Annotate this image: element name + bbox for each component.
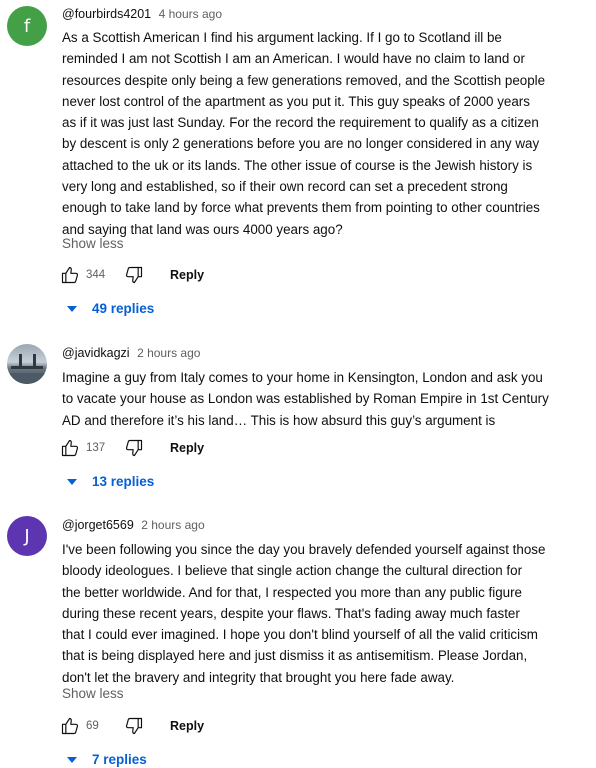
- show-less-button[interactable]: Show less: [62, 686, 124, 701]
- thumbs-up-icon[interactable]: [60, 265, 80, 285]
- comment-line: the better worldwide. And for that, I re…: [62, 584, 523, 600]
- comment-line: by descent is only 2 generations before …: [62, 136, 540, 152]
- replies-count: 49 replies: [92, 301, 155, 316]
- comment-line: as if it was just last Sunday. For the r…: [62, 115, 539, 131]
- caret-down-icon: [67, 478, 77, 485]
- comment-actions: 137 Reply: [60, 436, 204, 460]
- show-less-button[interactable]: Show less: [62, 236, 124, 251]
- comment-line: bloody ideologues. I believe that single…: [62, 563, 523, 579]
- avatar[interactable]: [7, 344, 47, 384]
- comment-header: @javidkagzi 2 hours ago: [62, 346, 200, 360]
- timestamp[interactable]: 2 hours ago: [137, 346, 200, 360]
- thumbs-down-icon[interactable]: [124, 438, 144, 458]
- avatar[interactable]: f: [7, 6, 47, 46]
- view-replies-button[interactable]: 7 replies: [67, 752, 147, 767]
- author-name[interactable]: @javidkagzi: [62, 346, 130, 360]
- comment-line: never lost control of the apartment as y…: [62, 93, 530, 109]
- comment-line: that is being displayed here and just di…: [62, 648, 528, 664]
- comment-text: Imagine a guy from Italy comes to your h…: [62, 367, 582, 431]
- comment-header: @jorget6569 2 hours ago: [62, 518, 205, 532]
- caret-down-icon: [67, 756, 77, 763]
- comment-line: and saying that land was ours 4000 years…: [62, 221, 343, 237]
- bridge-photo-icon: [11, 366, 43, 369]
- thumbs-down-icon[interactable]: [124, 716, 144, 736]
- comment-line: that I could ever imagined. I hope you d…: [62, 627, 538, 643]
- caret-down-icon: [67, 305, 77, 312]
- reply-button[interactable]: Reply: [170, 441, 204, 455]
- like-count: 137: [86, 442, 106, 454]
- avatar-photo-water: [7, 373, 47, 384]
- reply-button[interactable]: Reply: [170, 719, 204, 733]
- replies-count: 13 replies: [92, 474, 155, 489]
- author-name[interactable]: @jorget6569: [62, 518, 134, 532]
- comment-line: enough to take land by force what preven…: [62, 200, 540, 216]
- comment-line: attached to the uk or its lands. The oth…: [62, 157, 533, 173]
- like-count: 344: [86, 269, 106, 281]
- comment-text: As a Scottish American I find his argume…: [62, 27, 582, 240]
- like-count: 69: [86, 720, 99, 732]
- comment-line: AD and therefore it’s his land… This is …: [62, 412, 496, 428]
- view-replies-button[interactable]: 13 replies: [67, 474, 154, 489]
- comment-actions: 69 Reply: [60, 714, 204, 738]
- avatar-letter: f: [23, 15, 31, 37]
- comment-line: resources despite only being a few gener…: [62, 72, 546, 88]
- comment-line: Imagine a guy from Italy comes to your h…: [62, 370, 543, 385]
- thumbs-up-icon[interactable]: [60, 716, 80, 736]
- avatar-letter: J: [24, 525, 30, 547]
- avatar[interactable]: J: [7, 516, 47, 556]
- thumbs-down-icon[interactable]: [124, 265, 144, 285]
- comment-line: reminded I am not Scottish I am an Ameri…: [62, 51, 525, 67]
- timestamp[interactable]: 4 hours ago: [159, 7, 222, 21]
- thumbs-up-icon[interactable]: [60, 438, 80, 458]
- reply-button[interactable]: Reply: [170, 268, 204, 282]
- comment-line: during these recent years, despite your …: [62, 605, 520, 621]
- comment-line: to vacate your house as London was estab…: [62, 391, 549, 407]
- view-replies-button[interactable]: 49 replies: [67, 301, 154, 316]
- author-name[interactable]: @fourbirds4201: [62, 7, 151, 21]
- comment-line: I've been following you since the day yo…: [62, 542, 546, 557]
- comment-line: As a Scottish American I find his argume…: [62, 30, 502, 45]
- comment-text: I've been following you since the day yo…: [62, 539, 582, 688]
- comment-line: don't let the bravery and integrity that…: [62, 669, 455, 685]
- timestamp[interactable]: 2 hours ago: [141, 518, 204, 532]
- comment-line: very long and established, so if their o…: [62, 179, 508, 195]
- comment-actions: 344 Reply: [60, 263, 204, 287]
- comment-header: @fourbirds4201 4 hours ago: [62, 7, 222, 21]
- replies-count: 7 replies: [92, 752, 147, 767]
